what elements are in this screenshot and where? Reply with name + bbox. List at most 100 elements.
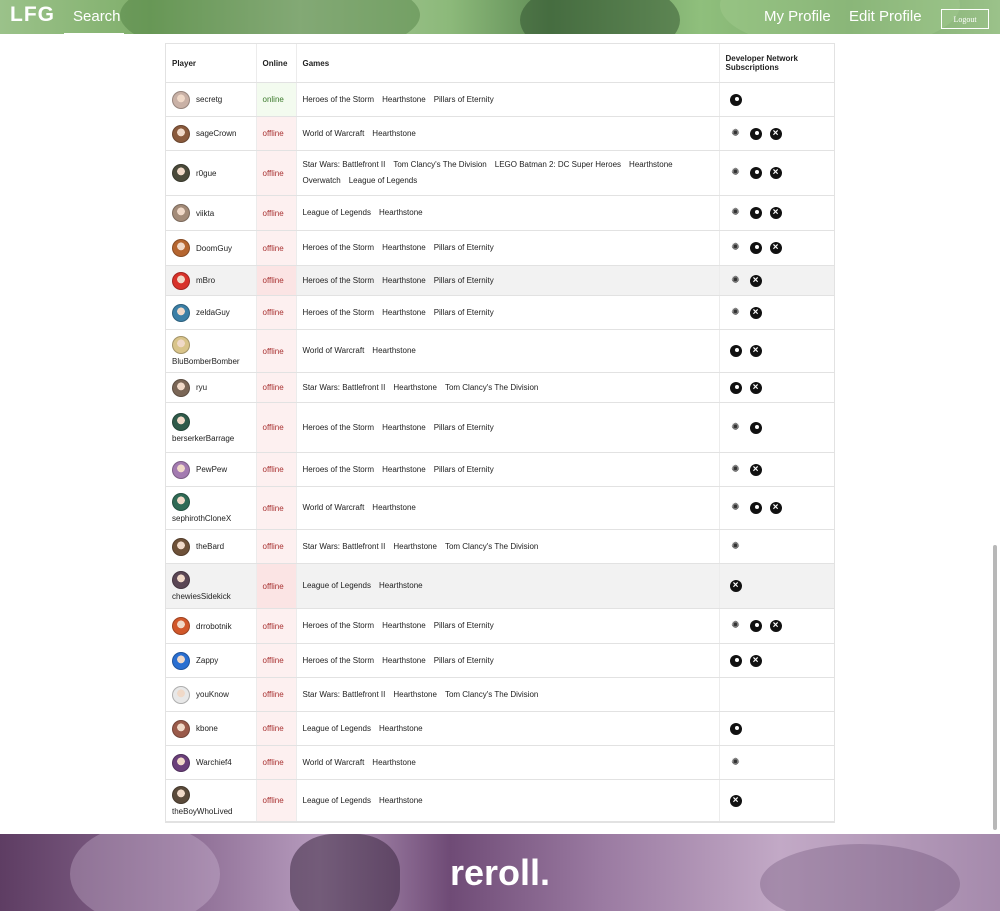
table-row[interactable]: Warchief4 offline World of Warcraft Hearths…	[166, 745, 834, 780]
xbox-icon[interactable]	[749, 345, 762, 357]
battlenet-icon[interactable]	[730, 275, 742, 287]
game-tag[interactable]: Hearthstone	[379, 578, 423, 594]
battlenet-icon[interactable]	[730, 757, 742, 769]
steam-icon[interactable]	[749, 421, 762, 434]
game-tag[interactable]: Hearthstone	[379, 205, 423, 221]
player-name[interactable]: viikta	[196, 209, 214, 218]
game-tag[interactable]: Hearthstone	[393, 687, 437, 703]
game-tag[interactable]: Hearthstone	[393, 380, 437, 396]
table-row[interactable]: r0gue offline Star Wars: Battlefront II Tom…	[166, 150, 834, 196]
game-tag[interactable]: Hearthstone	[372, 343, 416, 359]
xbox-icon[interactable]	[769, 502, 782, 514]
xbox-icon[interactable]	[769, 167, 782, 179]
game-tag[interactable]: Pillars of Eternity	[434, 240, 494, 256]
game-tag[interactable]: Star Wars: Battlefront II	[303, 539, 386, 555]
game-tag[interactable]: Hearthstone	[382, 618, 426, 634]
xbox-icon[interactable]	[749, 274, 762, 287]
game-tag[interactable]: Tom Clancy's The Division	[445, 380, 538, 396]
steam-icon[interactable]	[729, 654, 742, 667]
table-row[interactable]: youKnow offline Star Wars: Battlefront II H…	[166, 677, 834, 712]
avatar[interactable]	[172, 617, 190, 635]
game-tag[interactable]: Hearthstone	[379, 793, 423, 809]
table-row[interactable]: PewPew offline Heroes of the Storm Hearthst…	[166, 452, 834, 487]
avatar[interactable]	[172, 271, 190, 290]
game-tag[interactable]: Heroes of the Storm	[303, 92, 375, 108]
steam-icon[interactable]	[729, 345, 742, 357]
avatar[interactable]	[172, 785, 190, 804]
avatar[interactable]	[172, 303, 190, 322]
game-tag[interactable]: League of Legends	[303, 721, 372, 737]
game-tag[interactable]: World of Warcraft	[303, 126, 365, 142]
game-tag[interactable]: Hearthstone	[382, 305, 426, 321]
battlenet-icon[interactable]	[730, 464, 742, 476]
table-row[interactable]: Zappy offline Heroes of the Storm Hearthsto…	[166, 643, 834, 678]
player-name[interactable]: r0gue	[196, 169, 216, 178]
game-tag[interactable]: Hearthstone	[382, 273, 426, 289]
logout-button[interactable]: Logout	[941, 9, 989, 29]
avatar[interactable]	[172, 719, 190, 738]
player-name[interactable]: ryu	[196, 383, 207, 392]
table-row[interactable]: drrobotnik offline Heroes of the Storm Hear…	[166, 608, 834, 644]
game-tag[interactable]: Hearthstone	[382, 653, 426, 669]
game-tag[interactable]: Star Wars: Battlefront II	[303, 157, 386, 173]
steam-icon[interactable]	[749, 167, 762, 179]
table-row[interactable]: BluBomberBomber offline World of Warcraft H…	[166, 329, 834, 373]
game-tag[interactable]: Hearthstone	[372, 126, 416, 142]
battlenet-icon[interactable]	[730, 620, 742, 632]
avatar[interactable]	[172, 460, 190, 479]
xbox-icon[interactable]	[729, 580, 742, 592]
player-name[interactable]: youKnow	[196, 690, 229, 699]
game-tag[interactable]: Pillars of Eternity	[434, 653, 494, 669]
avatar[interactable]	[172, 571, 190, 589]
avatar[interactable]	[172, 651, 190, 670]
avatar[interactable]	[172, 336, 190, 354]
table-row[interactable]: mBro offline Heroes of the Storm Hearthston…	[166, 265, 834, 296]
player-name[interactable]: sephirothCloneX	[172, 514, 250, 523]
xbox-icon[interactable]	[729, 794, 742, 807]
game-tag[interactable]: World of Warcraft	[303, 755, 365, 771]
player-name[interactable]: mBro	[196, 276, 215, 285]
table-row[interactable]: kbone offline League of Legends Hearthstone	[166, 711, 834, 746]
avatar[interactable]	[172, 412, 190, 431]
xbox-icon[interactable]	[769, 207, 782, 219]
game-tag[interactable]: Hearthstone	[382, 92, 426, 108]
table-row[interactable]: secretg online Heroes of the Storm Hearthst…	[166, 82, 834, 117]
game-tag[interactable]: Heroes of the Storm	[303, 653, 375, 669]
steam-icon[interactable]	[749, 207, 762, 219]
game-tag[interactable]: League of Legends	[303, 793, 372, 809]
game-tag[interactable]: Pillars of Eternity	[434, 273, 494, 289]
avatar[interactable]	[172, 685, 190, 704]
game-tag[interactable]: Overwatch	[303, 173, 341, 189]
player-name[interactable]: DoomGuy	[196, 244, 232, 253]
game-tag[interactable]: League of Legends	[303, 578, 372, 594]
game-tag[interactable]: Pillars of Eternity	[434, 420, 494, 436]
table-row[interactable]: theBoyWhoLived offline League of Legends He…	[166, 779, 834, 822]
game-tag[interactable]: Tom Clancy's The Division	[393, 157, 486, 173]
avatar[interactable]	[172, 537, 190, 556]
steam-icon[interactable]	[729, 93, 742, 106]
table-row[interactable]: ryu offline Star Wars: Battlefront II Heart…	[166, 372, 834, 403]
game-tag[interactable]: Hearthstone	[379, 721, 423, 737]
player-name[interactable]: theBard	[196, 542, 224, 551]
game-tag[interactable]: Pillars of Eternity	[434, 305, 494, 321]
battlenet-icon[interactable]	[730, 167, 742, 179]
player-name[interactable]: berserkerBarrage	[172, 434, 250, 443]
page-scrollbar[interactable]	[993, 545, 997, 830]
avatar[interactable]	[172, 378, 190, 397]
game-tag[interactable]: Tom Clancy's The Division	[445, 539, 538, 555]
battlenet-icon[interactable]	[730, 502, 742, 514]
game-tag[interactable]: Heroes of the Storm	[303, 618, 375, 634]
game-tag[interactable]: Hearthstone	[372, 755, 416, 771]
game-tag[interactable]: Hearthstone	[382, 462, 426, 478]
table-row[interactable]: chewiesSidekick offline League of Legends H…	[166, 563, 834, 609]
game-tag[interactable]: World of Warcraft	[303, 343, 365, 359]
steam-icon[interactable]	[729, 722, 742, 735]
avatar[interactable]	[172, 90, 190, 109]
xbox-icon[interactable]	[769, 620, 782, 632]
steam-icon[interactable]	[749, 242, 762, 254]
player-name[interactable]: chewiesSidekick	[172, 592, 250, 601]
player-name[interactable]: Zappy	[196, 656, 218, 665]
game-tag[interactable]: Tom Clancy's The Division	[445, 687, 538, 703]
player-name[interactable]: BluBomberBomber	[172, 357, 250, 366]
game-tag[interactable]: Heroes of the Storm	[303, 240, 375, 256]
